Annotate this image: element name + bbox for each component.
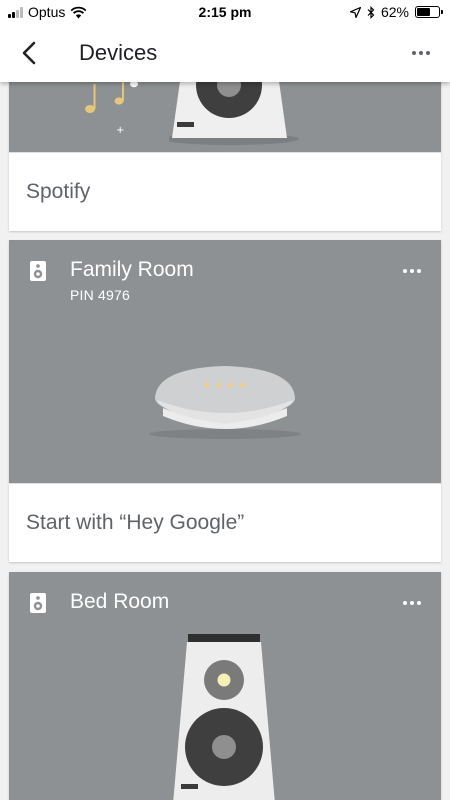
speaker-icon: [30, 593, 46, 613]
card-media: Family Room PIN 4976: [9, 240, 441, 483]
speaker-art: [173, 634, 275, 800]
more-horiz-icon: [412, 51, 430, 55]
overflow-menu-button[interactable]: [410, 46, 432, 60]
more-horiz-icon: [403, 269, 421, 273]
status-bar: Optus 2:15 pm 62%: [0, 0, 450, 24]
google-home-mini-art: [149, 366, 301, 439]
footer-text: Spotify: [26, 180, 91, 203]
device-menu-button[interactable]: [401, 596, 423, 608]
footer-text: Start with “Hey Google”: [26, 511, 245, 534]
device-card-spotify[interactable]: + Spotify: [9, 60, 441, 231]
card-media: Bed Room: [9, 572, 441, 800]
location-arrow-icon: [349, 6, 361, 18]
battery-icon: [415, 6, 443, 18]
page-title: Devices: [79, 40, 158, 65]
status-left: Optus: [8, 4, 87, 20]
device-menu-button[interactable]: [401, 264, 423, 276]
device-name: Bed Room: [70, 590, 170, 613]
status-right: 62%: [349, 4, 443, 20]
card-footer[interactable]: Spotify: [9, 152, 441, 231]
device-card-bed-room[interactable]: Bed Room: [9, 572, 441, 800]
app-bar: Devices: [0, 24, 450, 82]
carrier-name: Optus: [28, 4, 66, 20]
signal-strength-icon: [8, 6, 23, 18]
arrow-back-icon: [22, 41, 36, 65]
back-button[interactable]: [14, 37, 46, 69]
svg-text:+: +: [116, 125, 124, 136]
card-header: Family Room PIN 4976: [9, 240, 441, 320]
more-horiz-icon: [403, 601, 421, 605]
device-pin: PIN 4976: [70, 287, 130, 303]
device-name: Family Room: [70, 258, 194, 281]
battery-percent: 62%: [380, 4, 409, 20]
battery-level: [417, 8, 431, 16]
speaker-icon: [30, 261, 46, 281]
card-footer[interactable]: Start with “Hey Google”: [9, 483, 441, 562]
wifi-icon: [70, 6, 87, 18]
device-card-family-room[interactable]: Family Room PIN 4976 Start with “Hey Goo…: [9, 240, 441, 562]
bluetooth-icon: [367, 5, 375, 19]
